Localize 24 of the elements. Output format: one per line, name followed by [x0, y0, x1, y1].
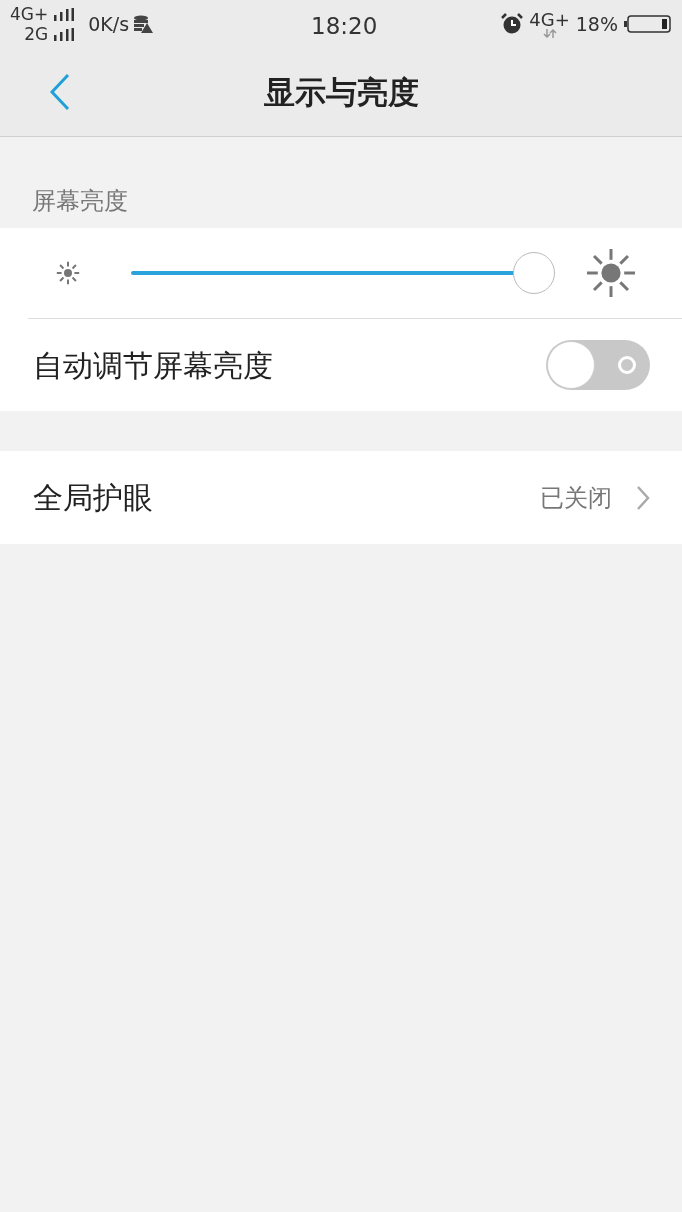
battery-icon	[624, 14, 672, 34]
data-arrows-icon	[542, 28, 557, 38]
chevron-right-icon	[636, 484, 650, 511]
back-icon	[49, 73, 71, 111]
settings-row[interactable]: 全局护眼 已关闭	[0, 451, 682, 544]
alarm-icon	[501, 13, 524, 35]
section-label: 屏幕亮度	[32, 186, 128, 217]
network-speed: 0K/s	[88, 11, 130, 37]
clock-time: 18:20	[311, 12, 378, 41]
setting-label: 自动调节屏幕亮度	[33, 346, 273, 385]
database-warning-icon	[133, 14, 154, 34]
setting-label: 全局护眼	[33, 479, 153, 517]
signal-icon	[54, 7, 75, 21]
toggle-switch[interactable]	[546, 340, 650, 390]
signal-icon	[54, 27, 75, 41]
network-label: 4G+	[10, 5, 49, 23]
setting-value: 已关闭	[540, 482, 612, 514]
battery-percent: 18%	[575, 11, 618, 37]
brightness-slider[interactable]	[131, 252, 555, 294]
slider-thumb[interactable]	[513, 252, 555, 294]
network-label: 4G+	[529, 10, 570, 29]
network-label: 2G	[24, 25, 49, 43]
bright-sun-icon	[587, 249, 635, 297]
page-title: 显示与亮度	[263, 72, 419, 112]
